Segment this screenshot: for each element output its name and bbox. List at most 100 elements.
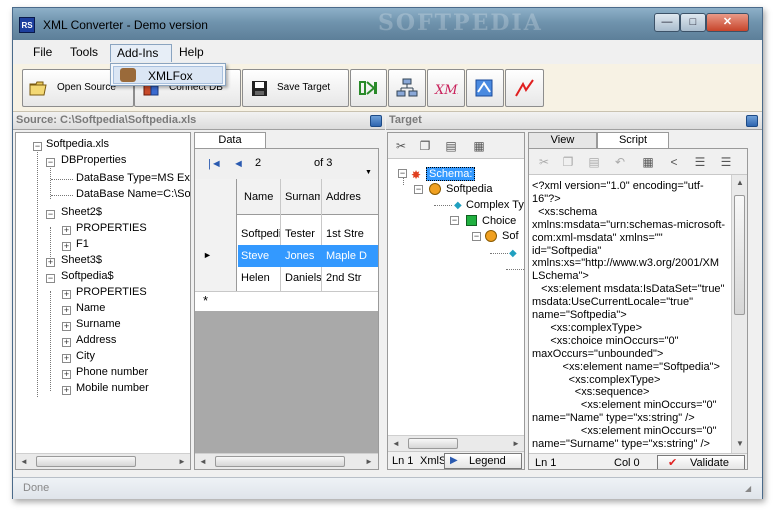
find-icon[interactable]: ▦ xyxy=(641,155,655,169)
menu-tools[interactable]: Tools xyxy=(64,44,104,62)
table-row[interactable]: 1st Stre xyxy=(323,223,378,245)
cut-icon[interactable]: ✂ xyxy=(394,139,408,153)
source-tree-hscrollbar[interactable]: ◄ ► xyxy=(16,453,190,469)
expand-surname-icon[interactable]: + xyxy=(62,322,71,331)
tab-data[interactable]: Data xyxy=(194,132,266,148)
schema-choice[interactable]: Choice xyxy=(482,215,516,227)
xmlfox-menu-item[interactable]: XMLFox xyxy=(113,66,223,84)
expand-choice-icon[interactable]: − xyxy=(450,216,459,225)
tree-sheet3[interactable]: Sheet3$ xyxy=(61,254,102,266)
table-row[interactable]: Helen xyxy=(238,267,280,289)
tree-name[interactable]: Name xyxy=(76,302,105,314)
xml-button[interactable]: XML xyxy=(427,69,465,107)
chart-button[interactable] xyxy=(505,69,544,107)
script-text[interactable]: <?xml version="1.0" encoding="utf- 16"?> … xyxy=(532,180,728,452)
expand-sheet3-icon[interactable]: + xyxy=(46,258,55,267)
tree-phone[interactable]: Phone number xyxy=(76,366,148,378)
expand-properties-icon[interactable]: + xyxy=(62,226,71,235)
tab-script[interactable]: Script xyxy=(597,132,669,148)
tree-db-name[interactable]: DataBase Name=C:\Sof xyxy=(76,188,190,200)
target-pin-icon[interactable] xyxy=(746,115,758,127)
script-copy-icon[interactable]: ❐ xyxy=(561,155,575,169)
script-vscrollbar[interactable]: ▲ ▼ xyxy=(731,175,747,453)
table-row[interactable]: Steve xyxy=(238,245,280,267)
tree-properties2[interactable]: PROPERTIES xyxy=(76,286,147,298)
table-row[interactable]: Jones xyxy=(282,245,321,267)
column-header-surname[interactable]: Surnam xyxy=(282,186,320,208)
first-record-icon[interactable]: |◄ xyxy=(208,158,222,170)
expand-phone-icon[interactable]: + xyxy=(62,370,71,379)
script-line: <xs:choice minOccurs="0" xyxy=(532,334,679,347)
save-target-button[interactable]: Save Target xyxy=(242,69,349,107)
menu-file[interactable]: File xyxy=(27,44,58,62)
transform-button[interactable] xyxy=(466,69,504,107)
nav-overflow-icon[interactable]: ▼ xyxy=(365,169,372,176)
expand-softpedia-element-icon[interactable]: − xyxy=(414,185,423,194)
expand-root-icon[interactable]: − xyxy=(33,142,42,151)
script-paste-icon[interactable]: ▤ xyxy=(587,155,601,169)
expand-dbproperties-icon[interactable]: − xyxy=(46,158,55,167)
tree-properties[interactable]: PROPERTIES xyxy=(76,222,147,234)
menu-help[interactable]: Help xyxy=(173,44,210,62)
copy-icon[interactable]: ❐ xyxy=(418,139,432,153)
expand-f1-icon[interactable]: + xyxy=(62,242,71,251)
title-bar[interactable]: RS XML Converter - Demo version SOFTPEDI… xyxy=(13,8,762,40)
schema-softpedia[interactable]: Softpedia xyxy=(446,183,492,195)
column-header-address[interactable]: Addres xyxy=(323,186,378,208)
indent-icon[interactable]: ☰ xyxy=(719,155,733,169)
convert-button[interactable] xyxy=(350,69,387,107)
tree-f1[interactable]: F1 xyxy=(76,238,89,250)
prev-record-icon[interactable]: ◄ xyxy=(233,158,244,170)
table-row[interactable]: Softpedia xyxy=(238,223,280,245)
tree-root[interactable]: Softpedia.xls xyxy=(46,138,109,150)
expand-mobile-icon[interactable]: + xyxy=(62,386,71,395)
tree-sheet2[interactable]: Sheet2$ xyxy=(61,206,102,218)
expand-address-icon[interactable]: + xyxy=(62,338,71,347)
record-number[interactable]: 2 xyxy=(255,157,261,169)
app-icon[interactable]: RS xyxy=(19,17,35,33)
schema-node[interactable]: Schema: xyxy=(426,167,476,181)
script-line: <xs:element minOccurs="0" xyxy=(532,399,717,412)
expand-city-icon[interactable]: + xyxy=(62,354,71,363)
data-grid-hscrollbar[interactable]: ◄ ► xyxy=(195,453,378,469)
schema-hscrollbar[interactable]: ◄ ► xyxy=(388,435,524,451)
tree-view-button[interactable] xyxy=(388,69,426,107)
expand-sof-icon[interactable]: − xyxy=(472,232,481,241)
table-row[interactable]: Maple D xyxy=(323,245,378,267)
expand-properties2-icon[interactable]: + xyxy=(62,290,71,299)
schema-sof[interactable]: Sof xyxy=(502,230,519,242)
tab-view[interactable]: View xyxy=(528,132,597,148)
tree-city[interactable]: City xyxy=(76,350,95,362)
paste-icon[interactable]: ▤ xyxy=(444,139,458,153)
legend-button[interactable]: ▶ Legend xyxy=(444,453,522,469)
tree-db-type[interactable]: DataBase Type=MS Exc xyxy=(76,172,190,184)
expand-schema-icon[interactable]: − xyxy=(398,169,407,178)
expand-name-icon[interactable]: + xyxy=(62,306,71,315)
tree-dbproperties[interactable]: DBProperties xyxy=(61,154,126,166)
tag-icon[interactable]: < xyxy=(667,155,681,169)
script-cut-icon[interactable]: ✂ xyxy=(537,155,551,169)
table-row[interactable]: Daniels xyxy=(282,267,321,289)
undo-icon[interactable]: ↶ xyxy=(613,155,627,169)
schema-status: Ln 1 XmlS ▶ Legend xyxy=(388,451,524,469)
schema-complex-type[interactable]: Complex Ty xyxy=(466,199,524,211)
column-header-name[interactable]: Name xyxy=(241,186,279,208)
tree-surname[interactable]: Surname xyxy=(76,318,121,330)
properties-icon[interactable]: ▦ xyxy=(472,139,486,153)
menu-addins[interactable]: Add-Ins xyxy=(110,44,172,62)
validate-button[interactable]: ✔ Validate xyxy=(657,455,745,469)
resize-grip-icon[interactable]: ◢ xyxy=(745,484,751,493)
table-row[interactable]: Tester xyxy=(282,223,321,245)
expand-softpedia-icon[interactable]: − xyxy=(46,274,55,283)
source-pin-icon[interactable] xyxy=(370,115,382,127)
maximize-button[interactable]: □ xyxy=(680,13,706,32)
outdent-icon[interactable]: ☰ xyxy=(693,155,707,169)
table-row[interactable]: 2nd Str xyxy=(323,267,378,289)
close-button[interactable]: ✕ xyxy=(706,13,749,32)
tree-mobile[interactable]: Mobile number xyxy=(76,382,149,394)
expand-sheet2-icon[interactable]: − xyxy=(46,210,55,219)
tree-address[interactable]: Address xyxy=(76,334,116,346)
minimize-button[interactable]: — xyxy=(654,13,680,32)
tree-softpedia[interactable]: Softpedia$ xyxy=(61,270,114,282)
data-grid: Name Surnam Addres Softpedia Tester 1st … xyxy=(195,179,378,291)
